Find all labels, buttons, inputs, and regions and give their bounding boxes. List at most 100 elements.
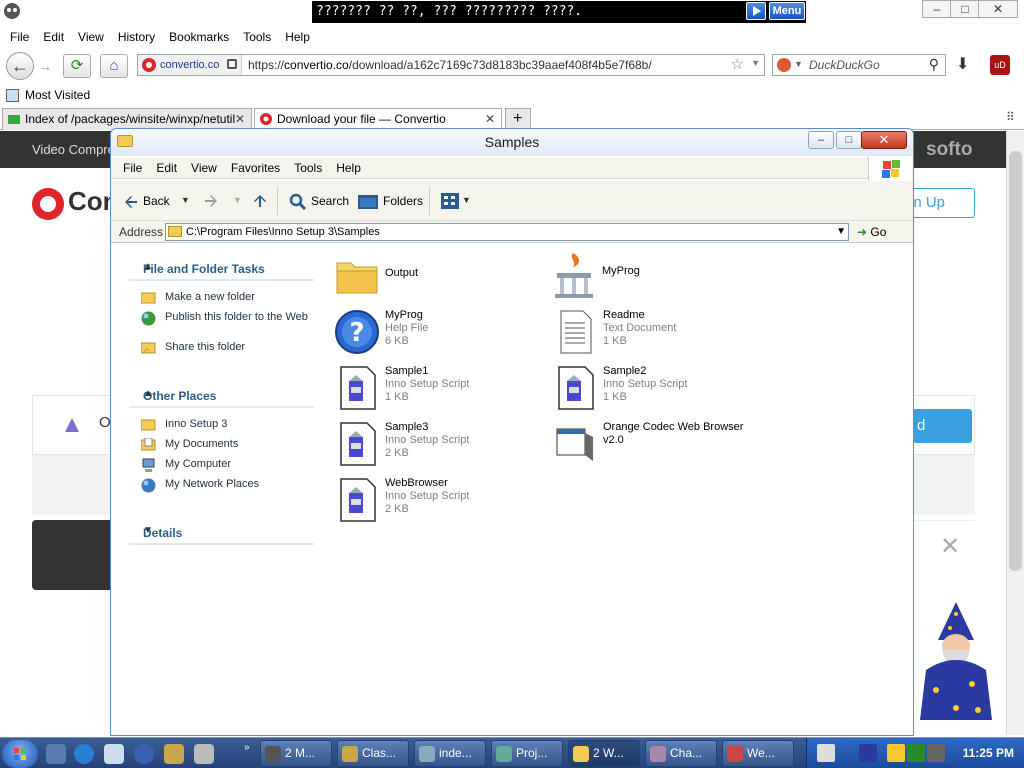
file-item-webbrowser[interactable]: WebBrowser Inno Setup Script 2 KB (335, 477, 545, 527)
minimize-button[interactable]: – (922, 0, 952, 18)
go-button[interactable]: ➜ Go (857, 221, 886, 243)
views-icon[interactable] (441, 193, 459, 209)
other-places-header[interactable]: Other Places ▲ (129, 386, 314, 408)
quicklaunch-expand-icon[interactable]: » (244, 742, 250, 753)
views-dropdown-icon[interactable]: ▼ (462, 195, 471, 205)
wizard-tray-icon[interactable] (859, 744, 877, 762)
quicklaunch-explorer-icon[interactable] (46, 744, 66, 764)
url-text[interactable]: https://convertio.co/download/a162c7169c… (248, 55, 652, 75)
explorer-menu-file[interactable]: File (123, 157, 142, 179)
task-share-folder[interactable]: Share this folder (141, 341, 311, 354)
file-item-myprog-exe[interactable]: MyProg (551, 251, 761, 301)
site-identity[interactable]: convertio.co (138, 55, 242, 75)
place-my-network-places[interactable]: My Network Places (141, 478, 311, 493)
ublock-icon[interactable]: uD (990, 55, 1010, 75)
quicklaunch-tools-icon[interactable] (164, 744, 184, 764)
collapse-icon[interactable]: ▲ (143, 388, 310, 399)
explorer-close-button[interactable]: ✕ (861, 131, 907, 149)
close-ad-icon[interactable]: ✕ (940, 532, 960, 561)
explorer-menu-favorites[interactable]: Favorites (231, 157, 280, 179)
tray-network-icon[interactable] (927, 744, 945, 762)
taskbar-item-1[interactable]: 2 M... (260, 740, 332, 767)
file-item-orange-codec[interactable]: Orange Codec Web Browser v2.0 (553, 421, 773, 471)
taskbar-item-6[interactable]: Cha... (645, 740, 717, 767)
tab-close-icon[interactable]: ✕ (235, 109, 245, 129)
file-folder-tasks-header[interactable]: File and Folder Tasks ▲ (129, 259, 314, 281)
clock[interactable]: 11:25 PM (963, 738, 1014, 768)
search-icon[interactable]: ⚲ (929, 56, 939, 73)
menu-bookmarks[interactable]: Bookmarks (169, 28, 229, 46)
close-button[interactable]: ✕ (978, 0, 1018, 18)
explorer-maximize-button[interactable]: □ (836, 131, 862, 149)
task-publish-web[interactable]: Publish this folder to the Web (141, 311, 311, 326)
menu-history[interactable]: History (118, 28, 155, 46)
file-item-output[interactable]: Output (335, 253, 545, 303)
quicklaunch-misc-icon[interactable] (194, 744, 214, 764)
menu-file[interactable]: File (10, 28, 29, 46)
quicklaunch-media-icon[interactable] (134, 744, 154, 764)
download-button[interactable]: d (913, 409, 972, 443)
menu-view[interactable]: View (78, 28, 104, 46)
bookmark-most-visited[interactable]: Most Visited (25, 88, 90, 102)
expand-icon[interactable]: ▼ (143, 525, 310, 536)
explorer-menu-edit[interactable]: Edit (156, 157, 177, 179)
explorer-menu-tools[interactable]: Tools (294, 157, 322, 179)
new-tab-button[interactable]: + (505, 108, 531, 130)
url-bar[interactable]: convertio.co https://convertio.co/downlo… (137, 54, 765, 76)
forward-dropdown-icon[interactable]: ▼ (233, 195, 242, 205)
menu-button[interactable]: Menu (769, 2, 805, 20)
scrollbar-thumb[interactable] (1009, 151, 1022, 571)
site-top-link[interactable]: Video Compre (32, 131, 115, 168)
home-icon[interactable]: ⌂ (100, 54, 128, 78)
menu-tools[interactable]: Tools (243, 28, 271, 46)
search-engine-dropdown-icon[interactable]: ▼ (794, 59, 803, 69)
file-item-readme[interactable]: Readme Text Document 1 KB (553, 309, 763, 359)
taskbar-item-4[interactable]: Proj... (491, 740, 563, 767)
play-button[interactable] (746, 2, 766, 20)
tab-index[interactable]: Index of /packages/winsite/winxp/netutil… (2, 108, 252, 130)
explorer-menu-view[interactable]: View (191, 157, 217, 179)
quicklaunch-ie-icon[interactable] (74, 744, 94, 764)
address-dropdown-icon[interactable]: ▼ (836, 224, 846, 240)
taskbar-item-7[interactable]: We... (722, 740, 794, 767)
taskbar-item-3[interactable]: inde... (414, 740, 486, 767)
address-input[interactable]: C:\Program Files\Inno Setup 3\Samples ▼ (165, 223, 849, 241)
menu-edit[interactable]: Edit (43, 28, 64, 46)
wizard-assistant-icon[interactable] (916, 600, 996, 726)
explorer-minimize-button[interactable]: – (808, 131, 834, 149)
forward-icon[interactable]: → (38, 58, 52, 74)
up-folder-icon[interactable] (252, 193, 268, 209)
quicklaunch-app-icon[interactable] (104, 744, 124, 764)
place-my-documents[interactable]: My Documents (141, 438, 311, 451)
folders-button[interactable]: Folders (357, 189, 423, 213)
file-item-myprog-help[interactable]: ? MyProg Help File 6 KB (335, 309, 545, 359)
taskbar-item-2[interactable]: Clas... (337, 740, 409, 767)
taskbar-item-5[interactable]: 2 W... (568, 740, 640, 767)
keyboard-icon[interactable] (817, 744, 835, 762)
place-inno-setup[interactable]: Inno Setup 3 (141, 418, 311, 431)
file-item-sample3[interactable]: Sample3 Inno Setup Script 2 KB (335, 421, 545, 471)
file-item-sample1[interactable]: Sample1 Inno Setup Script 1 KB (335, 365, 545, 415)
task-make-new-folder[interactable]: Make a new folder (141, 291, 311, 304)
menu-help[interactable]: Help (285, 28, 310, 46)
back-dropdown-icon[interactable]: ▼ (181, 195, 190, 205)
download-icon[interactable]: ⬇ (956, 54, 969, 74)
details-header[interactable]: Details ▼ (129, 523, 314, 545)
tray-app-icon[interactable] (887, 744, 905, 762)
start-button[interactable] (2, 740, 38, 768)
tab-convertio[interactable]: Download your file — Convertio ✕ (254, 108, 502, 130)
list-tabs-icon[interactable]: ⠿ (1006, 110, 1015, 124)
search-box[interactable]: ▼ DuckDuckGo ⚲ (772, 54, 946, 76)
reload-icon[interactable]: ⟳ (63, 54, 91, 78)
file-item-sample2[interactable]: Sample2 Inno Setup Script 1 KB (553, 365, 763, 415)
tab-close-icon[interactable]: ✕ (485, 109, 495, 129)
search-button[interactable]: Search (289, 189, 349, 213)
back-icon[interactable]: ← (6, 52, 34, 80)
place-my-computer[interactable]: My Computer (141, 458, 311, 472)
collapse-icon[interactable]: ▲ (143, 261, 310, 272)
maximize-button[interactable]: □ (950, 0, 980, 18)
explorer-menu-help[interactable]: Help (336, 157, 361, 179)
back-button[interactable]: Back (123, 189, 170, 213)
url-dropdown-icon[interactable]: ▼ (751, 58, 760, 68)
page-scrollbar[interactable] (1006, 131, 1024, 735)
